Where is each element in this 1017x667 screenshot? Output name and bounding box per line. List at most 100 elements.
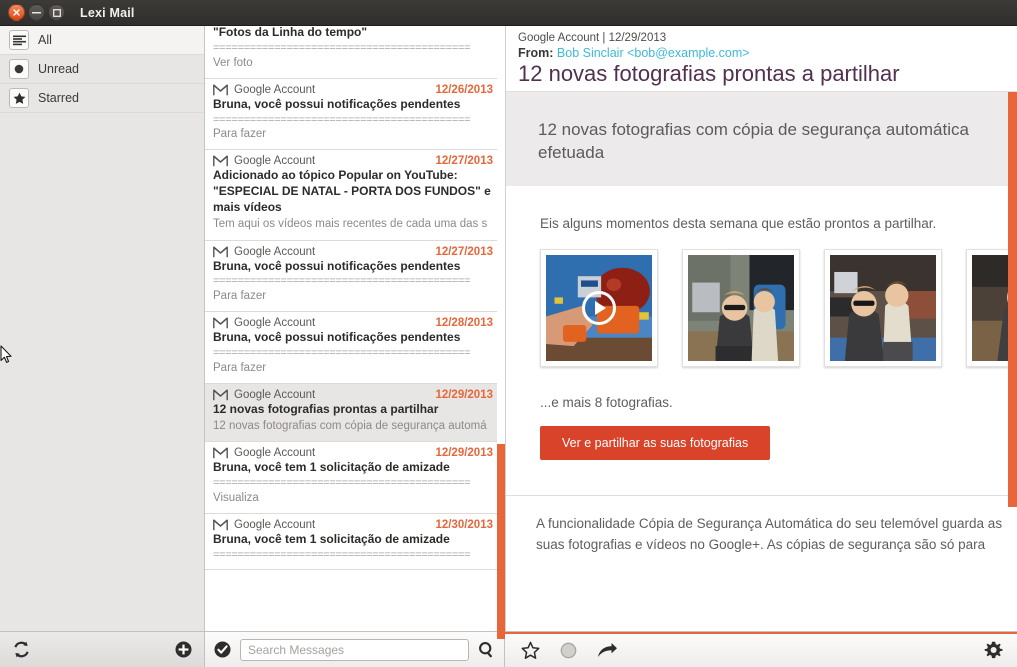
message-header-row: Google Account 12/30/2013: [213, 519, 493, 531]
message-date: 12/29/2013: [435, 447, 493, 460]
message-subject: Bruna, você tem 1 solicitação de amizade: [213, 531, 450, 546]
email-from: From: Bob Sinclair <bob@example.com>: [518, 46, 1007, 60]
message-separator: ========================================…: [213, 41, 471, 54]
gear-icon[interactable]: [984, 641, 1003, 660]
message-date: 12/29/2013: [435, 389, 493, 402]
email-banner-title: 12 novas fotografias com cópia de segura…: [538, 119, 969, 162]
play-button-icon[interactable]: [582, 291, 616, 326]
message-list-item[interactable]: Google Account 12/29/2013 Bruna, você tem …: [205, 442, 505, 514]
star-icon: [9, 88, 29, 108]
message-list-item[interactable]: Google Account 12/28/2013 Bruna, você poss…: [205, 312, 505, 385]
list-icon: [9, 30, 29, 50]
message-date: 12/27/2013: [435, 245, 493, 258]
message-date: 12/27/2013: [435, 155, 493, 168]
message-subject: Bruna, você possui notificações pendente…: [213, 96, 461, 111]
email-more-text: ...e mais 8 fotografias.: [540, 395, 673, 411]
view-share-photos-button[interactable]: Ver e partilhar as suas fotografias: [540, 426, 771, 461]
message-list[interactable]: André Santos adicionou uma nova foto ao …: [205, 26, 505, 631]
banner-notch-icon: [536, 186, 560, 198]
message-list-item[interactable]: Google Account 12/27/2013 Adicionado ao tó…: [205, 150, 505, 241]
message-header-row: Google Account 12/29/2013: [213, 389, 493, 401]
message-sender: Google Account: [234, 83, 316, 96]
mark-read-icon[interactable]: [214, 641, 231, 658]
sidebar-item-unread[interactable]: Unread: [0, 55, 204, 84]
photo-thumbnails: [506, 231, 1017, 368]
photo-thumbnail-2[interactable]: [682, 249, 800, 368]
message-separator: ========================================…: [213, 113, 471, 126]
email-header: Google Account | 12/29/2013 From: Bob Si…: [506, 26, 1017, 91]
message-list-scrollbar-thumb[interactable]: [497, 444, 505, 639]
gmail-envelope-icon: [213, 84, 228, 96]
title-bar: Lexi Mail: [0, 0, 1017, 26]
email-body: 12 novas fotografias com cópia de segura…: [506, 90, 1017, 631]
message-date: 12/30/2013: [435, 518, 493, 531]
email-subject: 12 novas fotografias prontas a partilhar: [518, 61, 900, 86]
message-subject: 12 novas fotografias prontas a partilhar: [213, 402, 439, 417]
main-body: All Unread Starred André Santos adiciono…: [0, 26, 1017, 639]
email-banner: 12 novas fotografias com cópia de segura…: [506, 91, 1017, 198]
message-list-panel: André Santos adicionou uma nova foto ao …: [205, 26, 505, 639]
gmail-envelope-icon: [213, 389, 228, 401]
star-icon[interactable]: [521, 641, 540, 660]
toolbar-left-group: [0, 632, 205, 667]
message-separator: ========================================…: [213, 477, 471, 490]
message-sender: Google Account: [234, 518, 316, 531]
gmail-envelope-icon: [213, 155, 228, 167]
gmail-envelope-icon: [213, 246, 228, 258]
reading-pane: Google Account | 12/29/2013 From: Bob Si…: [505, 26, 1017, 631]
bottom-toolbar: [0, 631, 1017, 667]
reading-pane-scrollbar-thumb[interactable]: [1008, 91, 1017, 507]
forward-icon[interactable]: [597, 642, 618, 659]
message-sender: Google Account: [234, 447, 316, 460]
message-header-row: Google Account 12/27/2013: [213, 155, 493, 167]
message-list-item[interactable]: André Santos adicionou uma nova foto ao …: [205, 26, 505, 79]
search-icon[interactable]: [478, 641, 495, 658]
message-header-row: Google Account 12/27/2013: [213, 246, 493, 258]
message-list-item[interactable]: Google Account 12/30/2013 Bruna, você tem …: [205, 513, 505, 570]
message-separator: ========================================…: [213, 275, 471, 288]
message-separator: ========================================…: [213, 548, 471, 561]
message-sender: Google Account: [234, 389, 316, 402]
minimize-button[interactable]: [28, 4, 45, 21]
thumbnail-image-3: [830, 255, 936, 362]
message-subject: Bruna, você possui notificações pendente…: [213, 330, 461, 345]
message-snippet: Para fazer: [213, 361, 267, 374]
sidebar: All Unread Starred: [0, 26, 205, 631]
message-list-item[interactable]: Google Account 12/26/2013 Bruna, você poss…: [205, 78, 505, 151]
thumbnail-image-2: [688, 255, 794, 362]
maximize-button[interactable]: [48, 4, 65, 21]
message-snippet: Para fazer: [213, 128, 267, 141]
from-label: From:: [518, 46, 554, 60]
message-date: 12/28/2013: [435, 317, 493, 330]
message-snippet: 12 novas fotografias com cópia de segura…: [213, 420, 487, 432]
sidebar-item-all[interactable]: All: [0, 26, 204, 55]
message-sender: Google Account: [234, 245, 316, 258]
message-sender: Google Account: [234, 155, 316, 168]
email-lead-text: Eis alguns momentos desta semana que est…: [540, 216, 937, 232]
circle-icon[interactable]: [560, 642, 577, 659]
search-input[interactable]: [240, 638, 469, 661]
mouse-cursor: [0, 345, 12, 363]
message-header-row: Google Account 12/26/2013: [213, 84, 493, 96]
message-header-row: Google Account 12/29/2013: [213, 447, 493, 459]
dot-icon: [9, 59, 29, 79]
message-list-item[interactable]: Google Account 12/27/2013 Bruna, você poss…: [205, 240, 505, 313]
from-address[interactable]: Bob Sinclair <bob@example.com>: [557, 46, 750, 60]
message-sender: Google Account: [234, 317, 316, 330]
window-title: Lexi Mail: [80, 5, 135, 20]
refresh-icon[interactable]: [12, 640, 31, 659]
message-subject: Bruna, você tem 1 solicitação de amizade: [213, 460, 450, 475]
message-header-row: Google Account 12/28/2013: [213, 317, 493, 329]
add-icon[interactable]: [175, 641, 192, 658]
message-separator: ========================================…: [213, 347, 471, 360]
sidebar-item-starred[interactable]: Starred: [0, 84, 204, 113]
message-snippet: Para fazer: [213, 290, 267, 303]
photo-thumbnail-video[interactable]: [540, 249, 658, 368]
gmail-envelope-icon: [213, 519, 228, 531]
photo-thumbnail-3[interactable]: [824, 249, 942, 368]
message-list-item[interactable]: Google Account 12/29/2013 12 novas fotogra…: [205, 384, 505, 443]
message-subject: André Santos adicionou uma nova foto ao …: [213, 26, 368, 39]
email-footer-text: A funcionalidade Cópia de Segurança Auto…: [506, 495, 1017, 555]
close-button[interactable]: [8, 4, 25, 21]
sidebar-item-label-all: All: [38, 33, 52, 47]
